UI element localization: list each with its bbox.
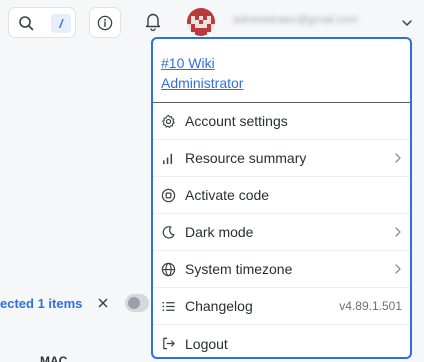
- version-label: v4.89.1.501: [339, 299, 402, 313]
- menu-item-label: System timezone: [185, 261, 293, 277]
- search-icon: [19, 16, 34, 31]
- chevron-right-icon: [395, 153, 401, 163]
- chevron-down-icon[interactable]: [401, 17, 413, 29]
- code-icon: [161, 188, 176, 202]
- bell-icon[interactable]: [144, 11, 162, 31]
- menu-item-label: Logout: [185, 335, 228, 352]
- menu-item-changelog[interactable]: Changelog v4.89.1.501: [153, 288, 410, 325]
- globe-icon: [161, 262, 176, 276]
- menu-item-label: Resource summary: [185, 150, 307, 166]
- user-role-link[interactable]: Administrator: [161, 73, 410, 93]
- menu-item-dark-mode[interactable]: Dark mode: [153, 214, 410, 251]
- menu-item-resource-summary[interactable]: Resource summary: [153, 140, 410, 177]
- search-shortcut-key: /: [51, 14, 71, 33]
- logout-icon: [163, 337, 175, 350]
- help-button[interactable]: [89, 7, 121, 38]
- list-icon: [162, 301, 175, 311]
- bar-chart-icon: [163, 153, 173, 164]
- table-column-header[interactable]: MAC: [40, 354, 67, 362]
- user-dropdown-menu: #10 Wiki Administrator Account settings …: [151, 37, 412, 359]
- user-email[interactable]: administrator@gmail.com: [233, 14, 391, 28]
- moon-icon: [162, 225, 175, 239]
- menu-item-label: Activate code: [185, 187, 270, 203]
- menu-item-account-settings[interactable]: Account settings: [153, 103, 410, 140]
- toggle-switch[interactable]: [125, 294, 149, 312]
- selection-count-label: ected 1 items: [0, 296, 83, 311]
- chevron-right-icon: [395, 264, 401, 274]
- menu-item-label: Dark mode: [185, 224, 254, 240]
- menu-item-logout[interactable]: Logout: [153, 325, 410, 357]
- site-name-link[interactable]: #10 Wiki: [161, 53, 410, 73]
- chevron-right-icon: [395, 227, 401, 237]
- avatar[interactable]: [187, 8, 215, 36]
- menu-item-label: Changelog: [185, 298, 253, 314]
- info-icon: [97, 15, 113, 30]
- gear-icon: [162, 114, 175, 128]
- menu-item-label: Account settings: [185, 113, 288, 129]
- search-button[interactable]: /: [8, 7, 76, 38]
- menu-item-system-timezone[interactable]: System timezone: [153, 251, 410, 288]
- pixel-avatar-image: [187, 8, 215, 36]
- menu-header: #10 Wiki Administrator: [153, 39, 410, 103]
- clear-selection-icon[interactable]: [97, 297, 109, 309]
- menu-item-activate-code[interactable]: Activate code: [153, 177, 410, 214]
